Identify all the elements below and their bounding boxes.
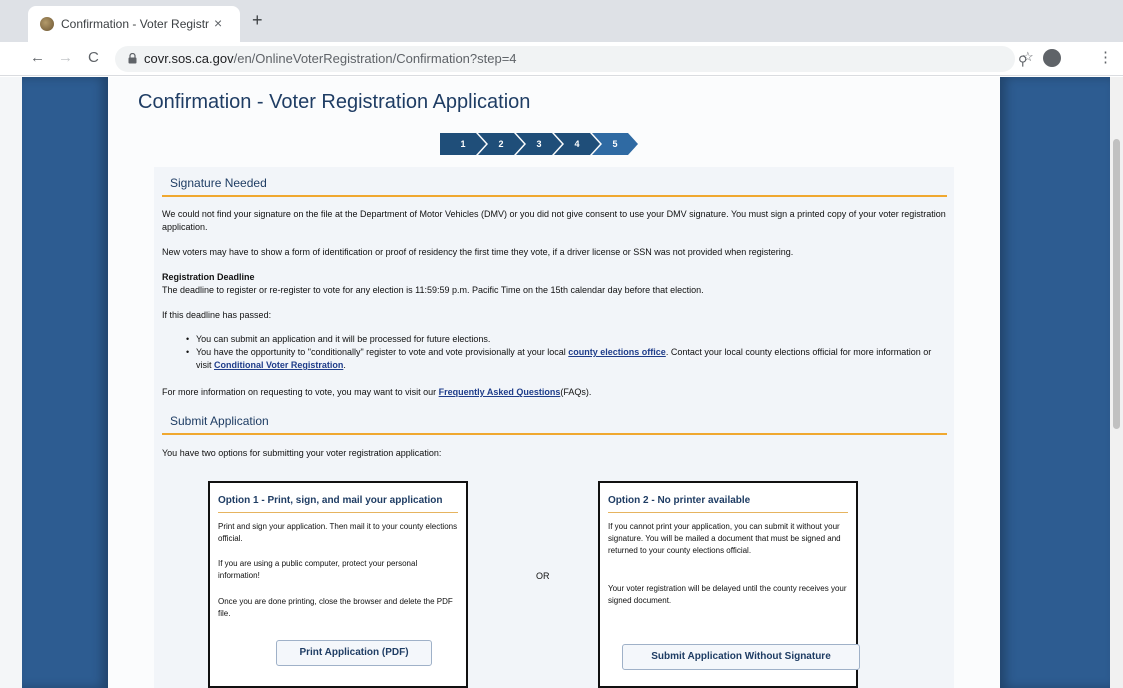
faq-link[interactable]: Frequently Asked Questions [439, 387, 561, 397]
reload-icon[interactable]: C [88, 49, 99, 66]
option-2-text: If you cannot print your application, yo… [608, 522, 841, 555]
signature-heading: Signature Needed [170, 176, 267, 190]
right-page-border [1000, 77, 1110, 688]
or-separator: OR [536, 571, 550, 581]
submit-intro: You have two options for submitting your… [162, 448, 442, 458]
identification-paragraph: New voters may have to show a form of id… [162, 247, 794, 257]
county-elections-office-link[interactable]: county elections office [568, 347, 666, 357]
browser-tab[interactable]: Confirmation - Voter Registrati × [28, 6, 240, 42]
deadline-text: The deadline to register or re-register … [162, 285, 704, 295]
browser-menu-icon[interactable]: ⋮ [1098, 48, 1113, 66]
main-content: Confirmation - Voter Registration Applic… [108, 77, 1000, 688]
option-1-text: Print and sign your application. Then ma… [218, 522, 458, 543]
signature-section-header: Signature Needed [162, 173, 947, 197]
step-1: 1 [440, 133, 486, 155]
deadline-label: Registration Deadline [162, 272, 255, 282]
option-1-box: Option 1 - Print, sign, and mail your ap… [208, 481, 468, 688]
url-input[interactable]: covr.sos.ca.gov/en/OnlineVoterRegistrati… [115, 46, 1028, 72]
print-application-button[interactable]: Print Application (PDF) [276, 640, 432, 666]
scrollbar[interactable] [1110, 77, 1123, 688]
option-1-instruction: Once you are done printing, close the br… [218, 597, 453, 618]
url-text: covr.sos.ca.gov/en/OnlineVoterRegistrati… [144, 51, 517, 66]
new-tab-icon[interactable]: + [252, 11, 263, 29]
option-2-title: Option 2 - No printer available [608, 495, 751, 506]
bookmark-star-icon[interactable]: ☆ [1022, 49, 1034, 65]
option-2-delay-note: Your voter registration will be delayed … [608, 584, 847, 605]
browser-tab-strip: Confirmation - Voter Registrati × + [0, 0, 1123, 42]
submit-without-signature-button[interactable]: Submit Application Without Signature [622, 644, 860, 670]
deadline-passed-text: If this deadline has passed: [162, 310, 272, 320]
list-item: You have the opportunity to "conditional… [186, 346, 936, 372]
submit-section-header: Submit Application [162, 411, 947, 435]
forward-icon[interactable]: → [58, 49, 73, 66]
submit-heading: Submit Application [170, 414, 269, 428]
confirmation-panel: Signature Needed We could not find your … [154, 167, 954, 688]
close-tab-icon[interactable]: × [214, 15, 222, 31]
option-2-box: Option 2 - No printer available If you c… [598, 481, 860, 688]
tab-title: Confirmation - Voter Registrati [61, 17, 209, 31]
left-page-border [22, 77, 108, 688]
conditional-voter-registration-link[interactable]: Conditional Voter Registration [214, 360, 343, 370]
address-bar: ← → C covr.sos.ca.gov/en/OnlineVoterRegi… [0, 42, 1123, 76]
list-item: You can submit an application and it wil… [186, 333, 936, 346]
site-favicon-icon [40, 17, 54, 31]
option-1-title: Option 1 - Print, sign, and mail your ap… [218, 495, 443, 506]
divider [218, 512, 458, 513]
signature-paragraph: We could not find your signature on the … [162, 209, 946, 232]
faq-paragraph: For more information on requesting to vo… [162, 387, 592, 397]
back-icon[interactable]: ← [30, 49, 45, 66]
web-page: Confirmation - Voter Registration Applic… [0, 77, 1123, 688]
profile-avatar-icon[interactable] [1043, 49, 1061, 67]
page-title: Confirmation - Voter Registration Applic… [138, 91, 531, 113]
lock-icon [128, 53, 137, 64]
divider [608, 512, 848, 513]
option-1-warning: If you are using a public computer, prot… [218, 559, 418, 580]
scrollbar-thumb[interactable] [1113, 139, 1120, 429]
